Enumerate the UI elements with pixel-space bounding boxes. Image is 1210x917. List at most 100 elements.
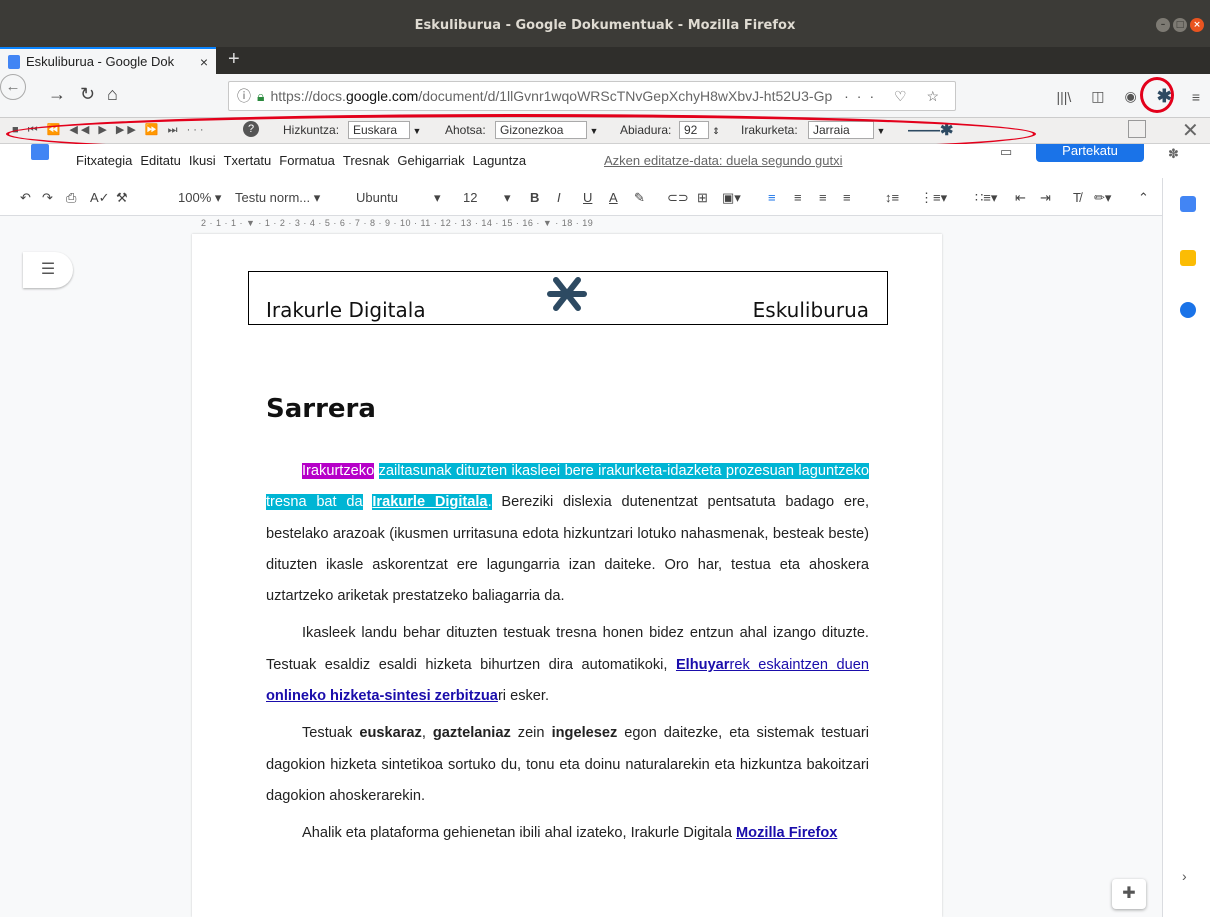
- font-dropdown-icon[interactable]: ▾: [434, 190, 441, 206]
- paragraph-text: Bereziki dislexia dutenentzat pentsatuta…: [266, 494, 869, 605]
- menu-file[interactable]: Fitxategia: [76, 153, 132, 168]
- align-right-icon[interactable]: ≡: [819, 190, 827, 205]
- sidebar-icon[interactable]: ◫: [1091, 88, 1104, 105]
- url-prefix: https://docs.: [270, 88, 346, 104]
- underline-icon[interactable]: U: [583, 190, 592, 205]
- browser-tab[interactable]: Eskuliburua - Google Dok ×: [0, 47, 216, 74]
- irakurle-logo-icon: [547, 277, 587, 311]
- justify-icon[interactable]: ≡: [843, 190, 851, 205]
- font-value: Ubuntu: [356, 190, 398, 205]
- extension-icon[interactable]: ◉: [1125, 88, 1137, 105]
- collapse-menu-icon[interactable]: ⌃: [1138, 190, 1149, 206]
- elhuyar-link[interactable]: Elhuyar: [676, 657, 730, 673]
- expand-panel-icon[interactable]: ›: [1182, 868, 1187, 884]
- elhuyar-link-text[interactable]: rek eskaintzen duen: [729, 657, 869, 673]
- redo-icon[interactable]: ↷: [42, 190, 53, 206]
- highlight-icon[interactable]: ✎: [634, 190, 645, 206]
- close-tab-icon[interactable]: ×: [200, 54, 208, 70]
- menu-tools[interactable]: Tresnak: [343, 153, 389, 168]
- minimize-button[interactable]: –: [1156, 18, 1170, 32]
- synthesis-service-link[interactable]: onlineko hizketa-sintesi zerbitzua: [266, 688, 498, 704]
- left-margin-area: [0, 234, 192, 917]
- minimize-reader-icon[interactable]: [1128, 120, 1146, 138]
- calendar-icon[interactable]: [1180, 196, 1196, 212]
- align-left-icon[interactable]: ≡: [768, 190, 776, 205]
- library-icon[interactable]: |||\: [1056, 89, 1071, 105]
- bold-icon[interactable]: B: [530, 190, 539, 205]
- font-size-select[interactable]: 12: [463, 190, 477, 205]
- ruler: 2 · 1 · 1 · ▼ · 1 · 2 · 3 · 4 · 5 · 6 · …: [0, 216, 1162, 234]
- line-spacing-icon[interactable]: ↕≡: [885, 190, 899, 205]
- close-reader-icon[interactable]: ✕: [1182, 118, 1199, 143]
- explore-button[interactable]: ✚: [1112, 879, 1146, 909]
- keep-icon[interactable]: [1180, 250, 1196, 266]
- share-button[interactable]: Partekatu: [1036, 144, 1144, 162]
- lock-icon: 🔒︎: [257, 87, 265, 104]
- paint-format-icon[interactable]: ⚒: [116, 190, 128, 206]
- docs-logo-icon[interactable]: [31, 144, 49, 160]
- decrease-indent-icon[interactable]: ⇤: [1015, 190, 1026, 206]
- tab-title: Eskuliburua - Google Dok: [26, 54, 175, 69]
- url-path: /document/d/1llGvnr1wqoWRScTNvGepXchyH8w…: [418, 88, 833, 104]
- spellcheck-icon[interactable]: A✓: [90, 190, 110, 206]
- font-select[interactable]: Ubuntu: [356, 190, 398, 205]
- menu-items: Fitxategia Editatu Ikusi Txertatu Format…: [76, 153, 526, 168]
- image-icon[interactable]: ▣▾: [722, 190, 741, 206]
- reload-button[interactable]: ↻: [80, 84, 95, 105]
- style-select[interactable]: Testu norm... ▾: [235, 190, 320, 206]
- bold-word: ingelesez: [551, 725, 618, 742]
- forward-button[interactable]: →: [48, 84, 66, 105]
- navigation-bar: ← → ↻ ⌂ ⓘ 🔒︎ https://docs. google.com/doc…: [0, 74, 1210, 118]
- menu-insert[interactable]: Txertatu: [224, 153, 272, 168]
- new-tab-button[interactable]: +: [228, 48, 240, 71]
- print-icon[interactable]: ⎙: [66, 190, 76, 206]
- bulleted-list-icon[interactable]: ∷≡▾: [975, 190, 997, 206]
- editing-mode-icon[interactable]: ✏▾: [1094, 190, 1111, 206]
- close-window-button[interactable]: ×: [1190, 18, 1204, 32]
- url-bar[interactable]: ⓘ 🔒︎ https://docs. google.com/document/d/…: [228, 81, 956, 111]
- section-heading: Sarrera: [266, 394, 376, 424]
- menu-help[interactable]: Laguntza: [473, 153, 527, 168]
- bold-word: gaztelaniaz: [432, 725, 511, 742]
- menu-icon[interactable]: ≡: [1192, 89, 1200, 105]
- ruler-scale[interactable]: 2 · 1 · 1 · ▼ · 1 · 2 · 3 · 4 · 5 · 6 · …: [201, 218, 593, 228]
- tab-strip: Eskuliburua - Google Dok × +: [0, 47, 1210, 74]
- undo-icon[interactable]: ↶: [20, 190, 31, 206]
- last-edit-link[interactable]: Azken editatze-data: duela segundo gutxi: [604, 153, 843, 168]
- italic-icon[interactable]: I: [557, 190, 561, 205]
- link-icon[interactable]: ⊂⊃: [667, 190, 689, 206]
- paragraph-text: ,: [421, 725, 433, 742]
- size-dropdown-icon[interactable]: ▾: [504, 190, 511, 206]
- paragraph: Ahalik eta plataforma gehienetan ibili a…: [266, 818, 869, 849]
- home-button[interactable]: ⌂: [107, 84, 118, 105]
- document-outline-button[interactable]: ☰: [23, 252, 73, 288]
- menu-edit[interactable]: Editatu: [140, 153, 180, 168]
- font-size-value: 12: [463, 190, 478, 205]
- text-color-icon[interactable]: A: [609, 190, 618, 205]
- avatar[interactable]: ✽: [1168, 146, 1179, 162]
- clear-formatting-icon[interactable]: T̸: [1073, 190, 1081, 205]
- menu-addons[interactable]: Gehigarriak: [397, 153, 464, 168]
- maximize-button[interactable]: □: [1173, 18, 1187, 32]
- page-header: Irakurle Digitala Eskuliburua: [248, 271, 888, 325]
- back-button[interactable]: ←: [0, 74, 26, 100]
- align-center-icon[interactable]: ≡: [794, 190, 802, 205]
- document-page[interactable]: Irakurle Digitala Eskuliburua Sarrera Ir…: [192, 234, 942, 917]
- menu-format[interactable]: Formatua: [279, 153, 335, 168]
- paragraph: Ikasleek landu behar dituzten testuak tr…: [266, 618, 869, 712]
- firefox-link[interactable]: Mozilla Firefox: [736, 825, 837, 841]
- paragraph: Testuak euskaraz, gaztelaniaz zein ingel…: [266, 718, 869, 812]
- page-actions[interactable]: ··· ♡ ☆: [844, 88, 947, 105]
- document-body: Irakurtzeko zailtasunak dituzten ikaslee…: [266, 456, 869, 856]
- numbered-list-icon[interactable]: ⋮≡▾: [920, 190, 947, 206]
- tasks-icon[interactable]: [1180, 302, 1196, 318]
- increase-indent-icon[interactable]: ⇥: [1040, 190, 1051, 206]
- comments-icon[interactable]: ▭: [1000, 144, 1012, 160]
- zoom-select[interactable]: 100% ▾: [178, 190, 221, 206]
- menu-view[interactable]: Ikusi: [189, 153, 216, 168]
- window-title: Eskuliburua - Google Dokumentuak - Mozil…: [414, 18, 796, 33]
- docs-menubar: Fitxategia Editatu Ikusi Txertatu Format…: [0, 144, 1210, 178]
- info-icon[interactable]: ⓘ: [237, 86, 251, 106]
- highlighted-link[interactable]: Irakurle Digitala: [372, 494, 488, 511]
- comment-icon[interactable]: ⊞: [697, 190, 708, 206]
